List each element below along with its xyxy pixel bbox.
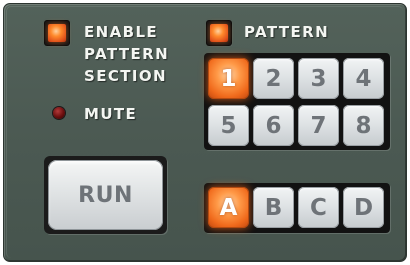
mute-led-icon: [53, 107, 65, 119]
pattern-led-icon: [210, 24, 228, 42]
pattern-enable-button[interactable]: [207, 21, 231, 45]
enable-label-line3: SECTION: [84, 67, 167, 85]
pattern-button-7[interactable]: 7: [298, 105, 339, 146]
pattern-label: PATTERN: [244, 23, 330, 41]
enable-label-line1: ENABLE: [84, 23, 159, 41]
pattern-button-6[interactable]: 6: [253, 105, 294, 146]
pattern-button-1[interactable]: 1: [208, 58, 249, 99]
pattern-button-3[interactable]: 3: [298, 58, 339, 99]
bank-button-b[interactable]: B: [253, 187, 294, 228]
bank-button-c[interactable]: C: [298, 187, 339, 228]
pattern-button-8[interactable]: 8: [343, 105, 384, 146]
enable-pattern-section-button[interactable]: [45, 21, 69, 45]
mute-label: MUTE: [84, 105, 138, 123]
run-button[interactable]: RUN: [48, 160, 163, 230]
pattern-button-2[interactable]: 2: [253, 58, 294, 99]
enable-led-icon: [48, 24, 66, 42]
bank-button-a[interactable]: A: [208, 187, 249, 228]
enable-label-line2: PATTERN: [84, 45, 170, 63]
pattern-button-4[interactable]: 4: [343, 58, 384, 99]
bank-button-d[interactable]: D: [343, 187, 384, 228]
pattern-button-5[interactable]: 5: [208, 105, 249, 146]
